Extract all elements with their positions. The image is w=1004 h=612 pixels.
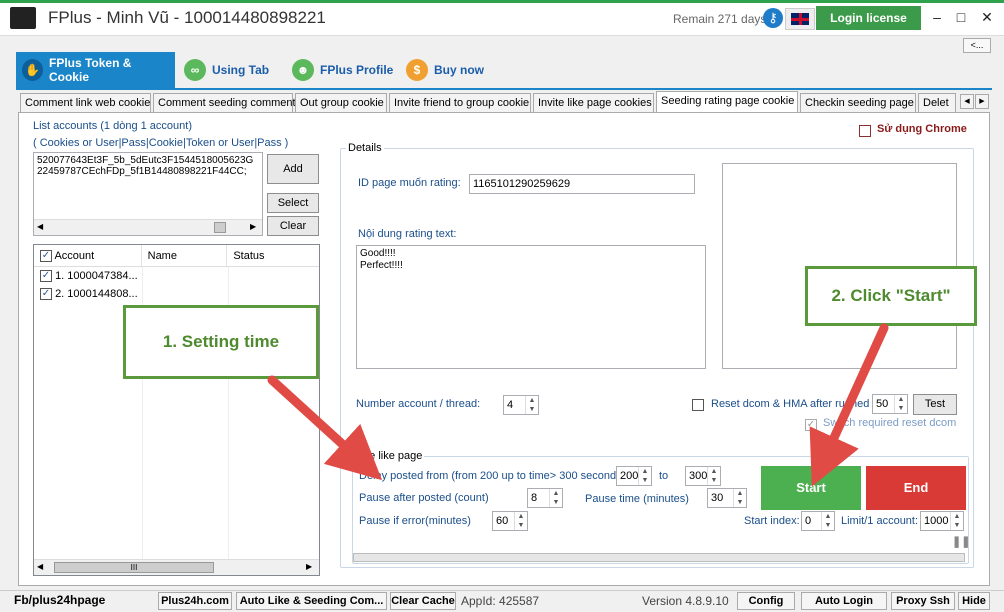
config-button[interactable]: Config [737,592,795,610]
proxy-ssh-button[interactable]: Proxy Ssh [891,592,955,610]
arrow-to-start [809,323,889,487]
auto-login-button[interactable]: Auto Login [801,592,887,610]
status-page-link[interactable]: Fb/plus24hpage [14,593,105,607]
app-id-label: AppId: 425587 [461,594,540,608]
hide-button[interactable]: Hide [958,592,990,610]
arrow-to-delay [267,375,382,481]
clear-cache-button[interactable]: Clear Cache [390,592,456,610]
auto-like-seeding-button[interactable]: Auto Like & Seeding Com... [236,592,387,610]
annotation-arrows [267,323,889,487]
plus24h-button[interactable]: Plus24h.com [158,592,232,610]
version-label: Version 4.8.9.10 [642,594,729,608]
